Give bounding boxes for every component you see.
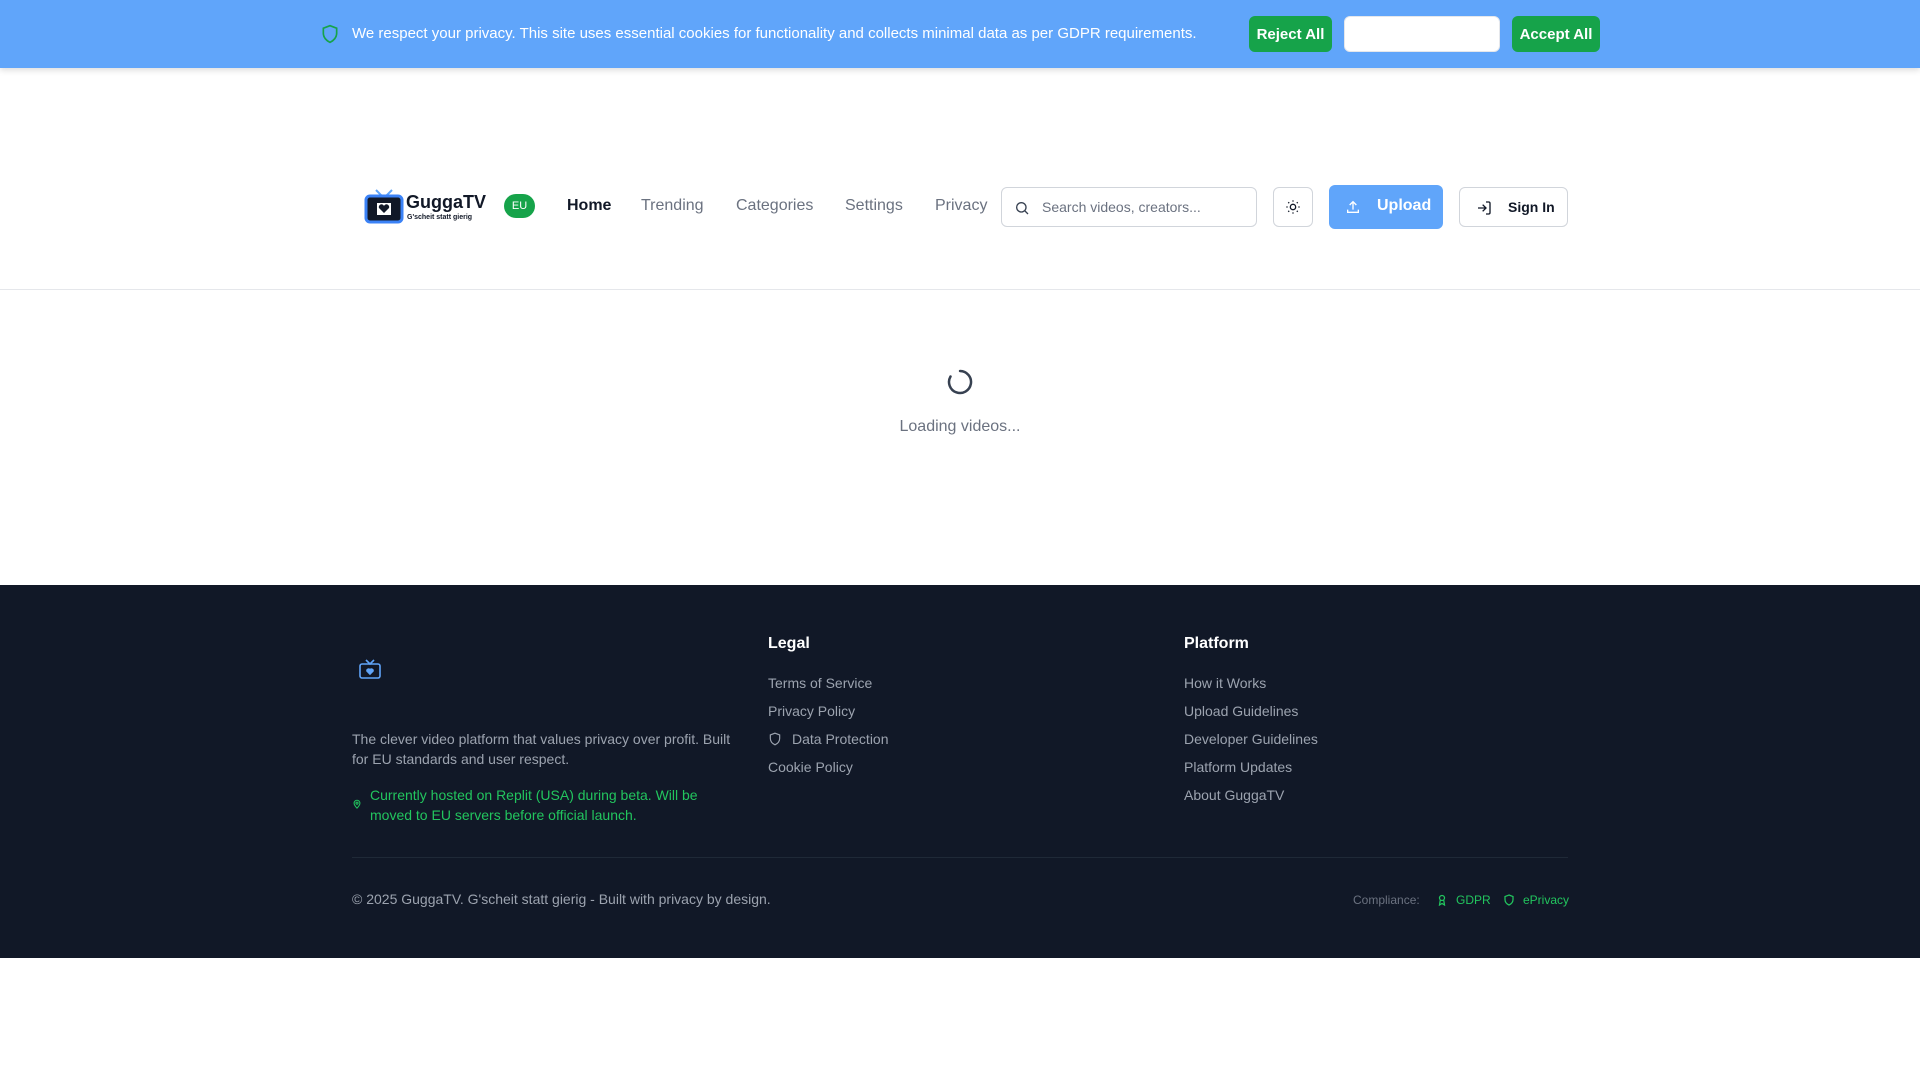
shield-icon	[769, 732, 781, 746]
nav-settings[interactable]: Settings	[845, 196, 903, 216]
loading-spinner-icon	[947, 369, 973, 395]
map-pin-icon	[353, 799, 361, 809]
developer-guidelines-link[interactable]: Developer Guidelines	[1184, 730, 1318, 748]
nav-trending[interactable]: Trending	[641, 196, 704, 216]
customize-cookies-button[interactable]	[1344, 16, 1500, 52]
cookie-policy-link[interactable]: Cookie Policy	[768, 758, 853, 776]
gdpr-badge: GDPR	[1436, 893, 1496, 909]
footer-divider	[352, 857, 1568, 858]
theme-toggle-button[interactable]	[1273, 187, 1313, 227]
hosting-notice: Currently hosted on Replit (USA) during …	[370, 787, 698, 823]
cookie-banner: We respect your privacy. This site uses …	[0, 0, 1920, 68]
upload-guidelines-link[interactable]: Upload Guidelines	[1184, 702, 1298, 720]
eu-badge: EU	[504, 194, 535, 218]
compliance-label: Compliance:	[1353, 893, 1420, 907]
sign-in-icon	[1478, 201, 1491, 215]
award-icon	[1438, 894, 1446, 906]
terms-of-service-link[interactable]: Terms of Service	[768, 674, 872, 692]
gdpr-label: GDPR	[1456, 893, 1491, 907]
upload-button[interactable]: Upload	[1329, 185, 1443, 229]
search-icon	[1016, 202, 1029, 215]
nav-categories[interactable]: Categories	[736, 196, 813, 216]
site-footer: The clever video platform that values pr…	[0, 585, 1920, 958]
footer-description: The clever video platform that values pr…	[352, 731, 731, 767]
shield-icon	[322, 24, 338, 44]
copyright-text: © 2025 GuggaTV. G'scheit statt gierig - …	[352, 891, 771, 907]
reject-all-button[interactable]: Reject All	[1249, 16, 1332, 52]
sign-in-button[interactable]: Sign In	[1459, 187, 1568, 227]
cookie-notice-text: We respect your privacy. This site uses …	[352, 25, 1197, 42]
site-header: GuggaTV G'scheit statt gierig EU Home Tr…	[0, 68, 1920, 290]
logo-name: GuggaTV	[406, 192, 486, 212]
data-protection-link[interactable]: Data Protection	[768, 730, 908, 748]
loading-text: Loading videos...	[899, 418, 1021, 435]
nav-privacy[interactable]: Privacy	[935, 196, 987, 216]
site-logo[interactable]: GuggaTV G'scheit statt gierig	[364, 184, 486, 232]
platform-updates-link[interactable]: Platform Updates	[1184, 758, 1292, 776]
upload-icon	[1347, 200, 1359, 213]
nav-home[interactable]: Home	[567, 196, 611, 216]
tv-logo-icon	[359, 659, 381, 679]
legal-title: Legal	[768, 635, 810, 652]
search-box	[1001, 187, 1257, 227]
sun-icon	[1286, 200, 1300, 214]
sign-in-label: Sign In	[1508, 199, 1555, 215]
eprivacy-label: ePrivacy	[1523, 893, 1570, 907]
platform-title: Platform	[1184, 635, 1249, 652]
shield-icon	[1504, 894, 1514, 906]
privacy-policy-link[interactable]: Privacy Policy	[768, 702, 855, 720]
upload-label: Upload	[1377, 197, 1432, 214]
about-link[interactable]: About GuggaTV	[1184, 786, 1284, 804]
search-input[interactable]	[1042, 188, 1247, 226]
eprivacy-badge: ePrivacy	[1503, 893, 1573, 909]
logo-tagline: G'scheit statt gierig	[407, 214, 473, 221]
data-protection-label: Data Protection	[792, 731, 889, 747]
tv-logo-icon	[364, 189, 404, 224]
accept-all-button[interactable]: Accept All	[1512, 16, 1600, 52]
how-it-works-link[interactable]: How it Works	[1184, 674, 1266, 692]
